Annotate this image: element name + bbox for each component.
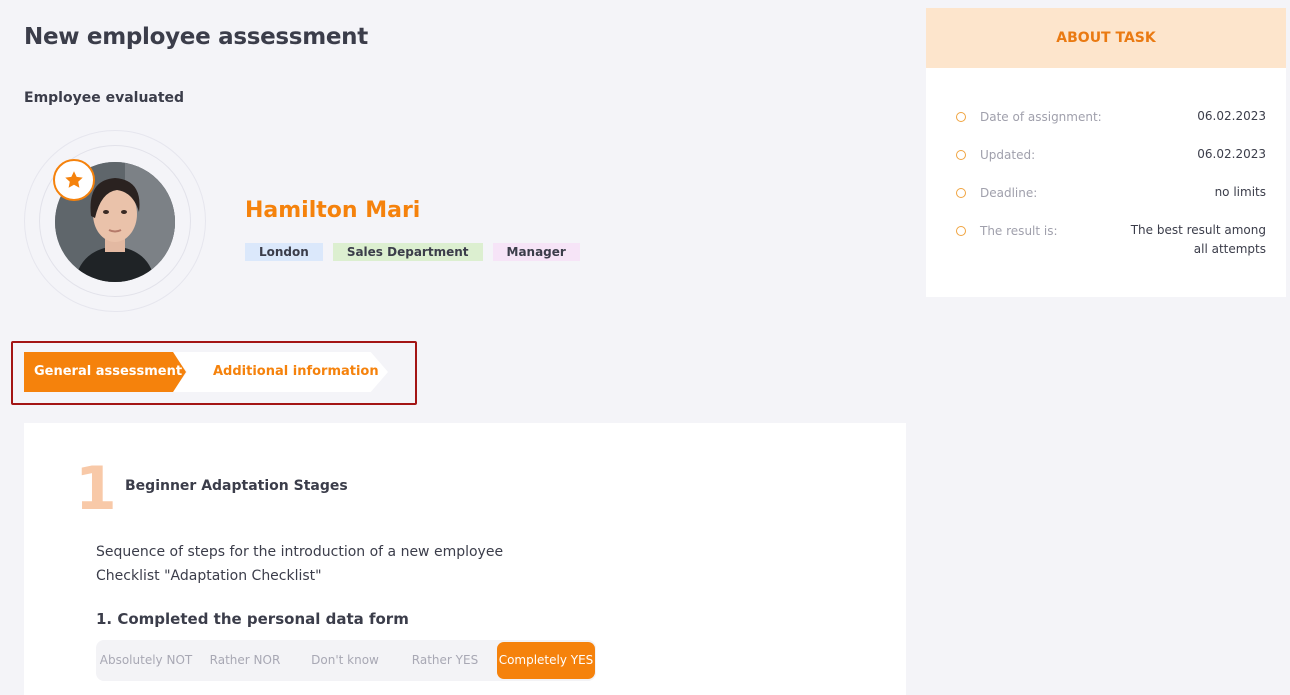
bullet-icon bbox=[956, 150, 966, 160]
about-value: 06.02.2023 bbox=[1197, 109, 1266, 123]
question-title: 1. Completed the personal data form bbox=[96, 610, 409, 628]
about-value: 06.02.2023 bbox=[1197, 147, 1266, 161]
assessment-card: 1 Beginner Adaptation Stages Sequence of… bbox=[24, 423, 906, 695]
star-badge bbox=[53, 159, 95, 201]
bullet-icon bbox=[956, 226, 966, 236]
tab-additional-information[interactable]: Additional information bbox=[172, 352, 388, 392]
stage-description-line: Sequence of steps for the introduction o… bbox=[96, 544, 504, 560]
option-rather-nor[interactable]: Rather NOR bbox=[196, 642, 294, 679]
employee-tags: London Sales Department Manager bbox=[245, 243, 580, 261]
tag-department: Sales Department bbox=[332, 243, 483, 261]
bullet-icon bbox=[956, 112, 966, 122]
about-label: The result is: bbox=[980, 224, 1058, 238]
option-rather-yes[interactable]: Rather YES bbox=[396, 642, 494, 679]
tab-general-assessment[interactable]: General assessment bbox=[24, 352, 186, 392]
option-dont-know[interactable]: Don't know bbox=[296, 642, 394, 679]
stage-description-line: Checklist "Adaptation Checklist" bbox=[96, 568, 322, 584]
employee-name: Hamilton Mari bbox=[245, 198, 421, 223]
tag-position: Manager bbox=[492, 243, 580, 261]
bullet-icon bbox=[956, 188, 966, 198]
about-task-header: ABOUT TASK bbox=[926, 8, 1286, 68]
stage-number: 1 bbox=[75, 454, 117, 524]
about-value: The best result among all attempts bbox=[1130, 223, 1266, 256]
about-label: Updated: bbox=[980, 148, 1036, 162]
stage-description: Sequence of steps for the introduction o… bbox=[96, 540, 503, 588]
about-label: Deadline: bbox=[980, 186, 1038, 200]
option-absolutely-not[interactable]: Absolutely NOT bbox=[98, 642, 194, 679]
page-title: New employee assessment bbox=[24, 24, 368, 50]
tag-location: London bbox=[245, 243, 323, 261]
star-icon bbox=[65, 171, 83, 188]
section-label: Employee evaluated bbox=[24, 90, 185, 106]
about-value: no limits bbox=[1214, 185, 1266, 199]
option-completely-yes[interactable]: Completely YES bbox=[497, 642, 595, 679]
about-task-panel: ABOUT TASK Date of assignment: 06.02.202… bbox=[926, 8, 1286, 297]
stage-title: Beginner Adaptation Stages bbox=[125, 478, 348, 494]
employee-avatar bbox=[24, 130, 206, 312]
answer-options: Absolutely NOT Rather NOR Don't know Rat… bbox=[96, 640, 596, 681]
about-label: Date of assignment: bbox=[980, 110, 1102, 124]
